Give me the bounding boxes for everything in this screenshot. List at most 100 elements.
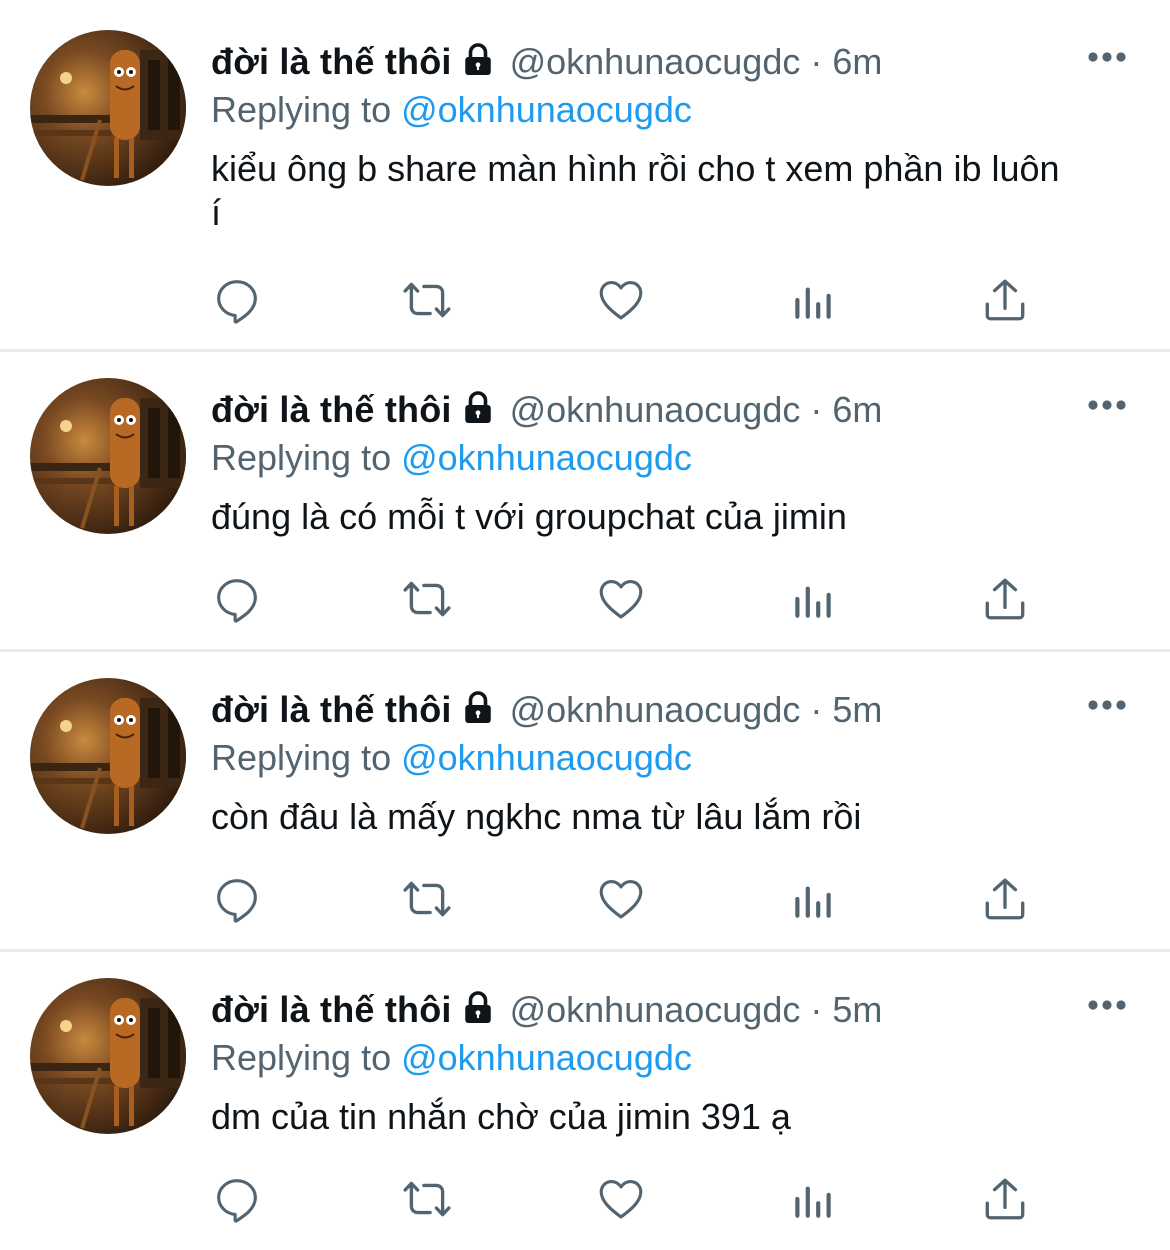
user-handle[interactable]: @oknhunaocugdc xyxy=(510,686,801,734)
more-icon[interactable] xyxy=(1088,998,1126,1010)
replying-mention-link[interactable]: @oknhunaocugdc xyxy=(401,89,692,130)
views-button[interactable] xyxy=(788,1174,840,1224)
like-button[interactable] xyxy=(596,874,648,924)
tweet-content: đời là thế thôi @oknhunaocugdc · 6m Repl… xyxy=(211,386,1130,539)
more-icon[interactable] xyxy=(1088,698,1126,710)
replying-prefix: Replying to xyxy=(211,737,402,778)
retweet-icon xyxy=(403,282,451,318)
like-button[interactable] xyxy=(596,275,648,325)
retweet-icon xyxy=(403,881,451,917)
tweet[interactable]: đời là thế thôi @oknhunaocugdc · 6m Repl… xyxy=(0,352,1170,652)
replying-prefix: Replying to xyxy=(211,89,402,130)
tweet-header: đời là thế thôi @oknhunaocugdc · 6m xyxy=(211,38,1130,86)
timestamp[interactable]: 5m xyxy=(832,686,882,734)
timestamp[interactable]: 5m xyxy=(832,986,882,1034)
display-name[interactable]: đời là thế thôi xyxy=(211,38,452,86)
tweet-actions xyxy=(212,574,1032,624)
tweet-actions xyxy=(212,1174,1032,1224)
tweet-actions xyxy=(212,275,1032,325)
retweet-button[interactable] xyxy=(402,874,454,924)
replying-to: Replying to @oknhunaocugdc xyxy=(211,434,1130,482)
tweet[interactable]: đời là thế thôi @oknhunaocugdc · 6m Repl… xyxy=(0,0,1170,352)
tweet[interactable]: đời là thế thôi @oknhunaocugdc · 5m Repl… xyxy=(0,652,1170,952)
tweet-text: còn đâu là mấy ngkhc nma từ lâu lắm rồi xyxy=(211,796,862,837)
replying-mention-link[interactable]: @oknhunaocugdc xyxy=(401,437,692,478)
heart-icon xyxy=(599,579,643,619)
heart-icon xyxy=(599,1179,643,1219)
avatar[interactable] xyxy=(30,678,186,834)
retweet-button[interactable] xyxy=(402,1174,454,1224)
views-button[interactable] xyxy=(788,574,840,624)
lock-icon xyxy=(460,990,496,1026)
display-name[interactable]: đời là thế thôi xyxy=(211,386,452,434)
reply-button[interactable] xyxy=(212,874,264,924)
replying-prefix: Replying to xyxy=(211,437,402,478)
retweet-button[interactable] xyxy=(402,275,454,325)
display-name[interactable]: đời là thế thôi xyxy=(211,686,452,734)
tweet-content: đời là thế thôi @oknhunaocugdc · 5m Repl… xyxy=(211,986,1130,1139)
tweet-header: đời là thế thôi @oknhunaocugdc · 6m xyxy=(211,386,1130,434)
tweet-actions xyxy=(212,874,1032,924)
more-icon[interactable] xyxy=(1088,398,1126,410)
replying-mention-link[interactable]: @oknhunaocugdc xyxy=(401,1037,692,1078)
like-button[interactable] xyxy=(596,1174,648,1224)
heart-icon xyxy=(599,280,643,320)
lock-icon xyxy=(460,390,496,426)
separator-dot: · xyxy=(810,41,823,82)
separator-dot: · xyxy=(810,689,823,730)
replying-mention-link[interactable]: @oknhunaocugdc xyxy=(401,737,692,778)
reply-button[interactable] xyxy=(212,275,264,325)
avatar[interactable] xyxy=(30,378,186,534)
reply-icon xyxy=(217,579,257,623)
tweet-text: đúng là có mỗi t với groupchat của jimin xyxy=(211,496,847,537)
user-handle[interactable]: @oknhunaocugdc xyxy=(510,986,801,1034)
tweet[interactable]: đời là thế thôi @oknhunaocugdc · 5m Repl… xyxy=(0,952,1170,1250)
user-handle[interactable]: @oknhunaocugdc xyxy=(510,38,801,86)
like-button[interactable] xyxy=(596,574,648,624)
display-name[interactable]: đời là thế thôi xyxy=(211,986,452,1034)
views-button[interactable] xyxy=(788,874,840,924)
tweet-text: kiểu ông b share màn hình rồi cho t xem … xyxy=(211,148,1060,233)
tweet-feed: đời là thế thôi @oknhunaocugdc · 6m Repl… xyxy=(0,0,1170,1250)
timestamp[interactable]: 6m xyxy=(832,386,882,434)
share-icon xyxy=(985,1178,1025,1220)
timestamp[interactable]: 6m xyxy=(832,38,882,86)
avatar[interactable] xyxy=(30,30,186,186)
tweet-content: đời là thế thôi @oknhunaocugdc · 6m Repl… xyxy=(211,38,1130,235)
user-handle[interactable]: @oknhunaocugdc xyxy=(510,386,801,434)
reply-button[interactable] xyxy=(212,1174,264,1224)
tweet-text: dm của tin nhắn chờ của jimin 391 ạ xyxy=(211,1096,791,1137)
replying-to: Replying to @oknhunaocugdc xyxy=(211,734,1130,782)
share-icon xyxy=(985,878,1025,920)
separator-dot: · xyxy=(810,989,823,1030)
more-icon[interactable] xyxy=(1088,50,1126,62)
retweet-icon xyxy=(403,581,451,617)
share-button[interactable] xyxy=(980,574,1032,624)
replying-to: Replying to @oknhunaocugdc xyxy=(211,86,1130,134)
share-icon xyxy=(985,578,1025,620)
separator-dot: · xyxy=(810,389,823,430)
tweet-header: đời là thế thôi @oknhunaocugdc · 5m xyxy=(211,986,1130,1034)
replying-to: Replying to @oknhunaocugdc xyxy=(211,1034,1130,1082)
views-icon xyxy=(795,1186,831,1218)
reply-icon xyxy=(217,879,257,923)
tweet-content: đời là thế thôi @oknhunaocugdc · 5m Repl… xyxy=(211,686,1130,839)
retweet-button[interactable] xyxy=(402,574,454,624)
views-icon xyxy=(795,586,831,618)
tweet-header: đời là thế thôi @oknhunaocugdc · 5m xyxy=(211,686,1130,734)
reply-icon xyxy=(217,1179,257,1223)
share-icon xyxy=(985,279,1025,321)
reply-button[interactable] xyxy=(212,574,264,624)
replying-prefix: Replying to xyxy=(211,1037,402,1078)
share-button[interactable] xyxy=(980,1174,1032,1224)
retweet-icon xyxy=(403,1181,451,1217)
share-button[interactable] xyxy=(980,275,1032,325)
views-icon xyxy=(795,886,831,918)
views-icon xyxy=(795,287,831,319)
lock-icon xyxy=(460,690,496,726)
views-button[interactable] xyxy=(788,275,840,325)
avatar[interactable] xyxy=(30,978,186,1134)
reply-icon xyxy=(217,280,257,324)
lock-icon xyxy=(460,42,496,78)
share-button[interactable] xyxy=(980,874,1032,924)
